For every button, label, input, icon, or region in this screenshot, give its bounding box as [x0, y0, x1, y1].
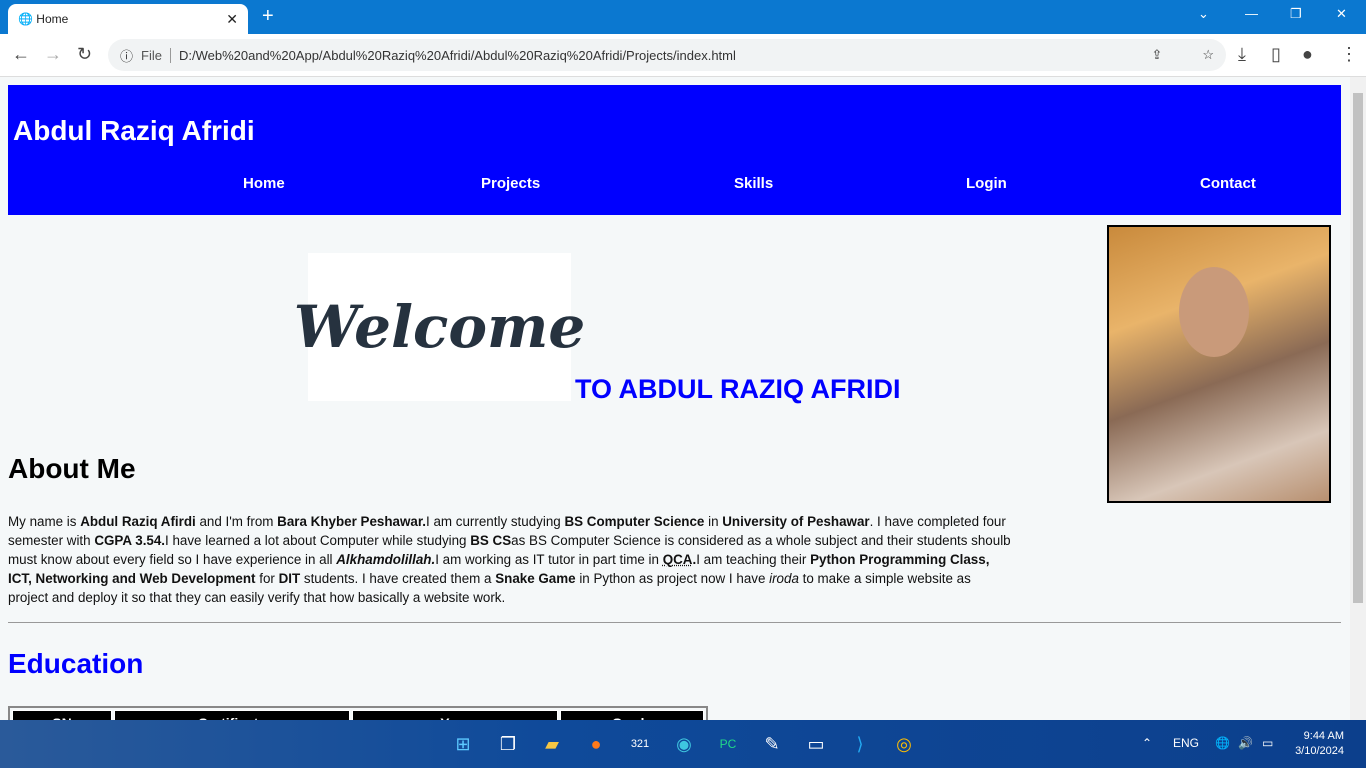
reload-icon[interactable]: ↻: [77, 44, 92, 65]
forward-icon[interactable]: →: [44, 44, 62, 65]
scrollbar[interactable]: [1350, 77, 1366, 720]
th-certificate: Certificate: [114, 710, 350, 720]
th-year: Year: [352, 710, 558, 720]
edge-icon[interactable]: ◉: [672, 732, 696, 756]
tray-chevron-icon[interactable]: ⌃: [1142, 736, 1152, 750]
file-label: File: [141, 47, 171, 63]
clock[interactable]: 9:44 AM 3/10/2024: [1295, 729, 1344, 759]
media-player-icon[interactable]: 321: [628, 732, 652, 756]
new-tab-button[interactable]: +: [262, 5, 274, 28]
nav-projects[interactable]: Projects: [481, 175, 540, 192]
close-tab-icon[interactable]: ✕: [226, 11, 238, 28]
education-table: SN Certificate Year Grade: [8, 706, 708, 720]
share-icon[interactable]: ⇪: [1151, 47, 1162, 63]
side-panel-icon[interactable]: ▯: [1271, 44, 1281, 65]
tab-title: Home: [36, 12, 69, 26]
clock-date: 3/10/2024: [1295, 745, 1344, 757]
language-indicator[interactable]: ENG: [1173, 736, 1199, 750]
toolbar: ← → ↻ ⓘ File D:/Web%20and%20App/Abdul%20…: [0, 34, 1366, 77]
pycharm-icon[interactable]: PC: [716, 732, 740, 756]
divider: [8, 622, 1341, 623]
browser-tab[interactable]: 🌐 Home ✕: [8, 4, 248, 34]
site-header: Abdul Raziq Afridi Home Projects Skills …: [8, 85, 1341, 215]
nav-login[interactable]: Login: [966, 175, 1007, 192]
terminal-icon[interactable]: ▭: [804, 732, 828, 756]
education-heading: Education: [8, 648, 144, 679]
scrollbar-thumb[interactable]: [1353, 93, 1363, 603]
about-heading: About Me: [8, 453, 136, 484]
profile-photo: [1107, 225, 1331, 503]
network-icon[interactable]: 🌐: [1215, 736, 1230, 750]
tab-strip: 🌐 Home ✕ + ⌄ — ❐ ✕: [0, 0, 1366, 34]
file-explorer-icon[interactable]: ▰: [540, 732, 564, 756]
start-icon[interactable]: ⊞: [451, 732, 475, 756]
th-grade: Grade: [560, 710, 704, 720]
clock-time: 9:44 AM: [1303, 730, 1344, 742]
vscode-icon[interactable]: ⟩: [848, 732, 872, 756]
battery-icon[interactable]: ▭: [1262, 736, 1273, 750]
th-sn: SN: [12, 710, 112, 720]
face-shape: [1179, 267, 1249, 357]
url-text: D:/Web%20and%20App/Abdul%20Raziq%20Afrid…: [178, 47, 736, 63]
nav-skills[interactable]: Skills: [734, 175, 773, 192]
tab-search-icon[interactable]: ⌄: [1198, 6, 1209, 22]
nav-contact[interactable]: Contact: [1200, 175, 1256, 192]
nav-home[interactable]: Home: [243, 175, 285, 192]
close-window-button[interactable]: ✕: [1336, 6, 1347, 22]
download-icon[interactable]: ⤓: [1238, 44, 1246, 65]
page-content: Abdul Raziq Afridi Home Projects Skills …: [0, 77, 1350, 720]
task-view-icon[interactable]: ❐: [496, 732, 520, 756]
info-icon: ⓘ: [120, 48, 134, 64]
menu-icon[interactable]: ⋮: [1340, 44, 1358, 65]
about-paragraph: My name is Abdul Raziq Afirdi and I'm fr…: [8, 514, 1011, 605]
chrome-icon[interactable]: ◎: [892, 732, 916, 756]
welcome-image-text: Welcome: [293, 293, 586, 361]
back-icon[interactable]: ←: [12, 44, 30, 65]
pen-app-icon[interactable]: ✎: [760, 732, 784, 756]
taskbar: ⊞ ❐ ▰ ● 321 ◉ PC ✎ ▭ ⟩ ◎ ⌃ ENG 🌐 🔊 ▭ 9:4…: [0, 720, 1366, 768]
welcome-heading: TO ABDUL RAZIQ AFRIDI: [575, 374, 901, 404]
star-icon[interactable]: ☆: [1202, 47, 1214, 63]
globe-icon: 🌐: [18, 12, 37, 26]
profile-icon[interactable]: ●: [1302, 44, 1313, 65]
minimize-button[interactable]: —: [1245, 6, 1258, 21]
restore-button[interactable]: ❐: [1290, 6, 1302, 22]
welcome-image: Welcome: [294, 253, 585, 401]
volume-icon[interactable]: 🔊: [1238, 736, 1253, 750]
site-title: Abdul Raziq Afridi: [13, 115, 255, 146]
firefox-icon[interactable]: ●: [584, 732, 608, 756]
address-bar[interactable]: ⓘ File D:/Web%20and%20App/Abdul%20Raziq%…: [108, 39, 1226, 71]
